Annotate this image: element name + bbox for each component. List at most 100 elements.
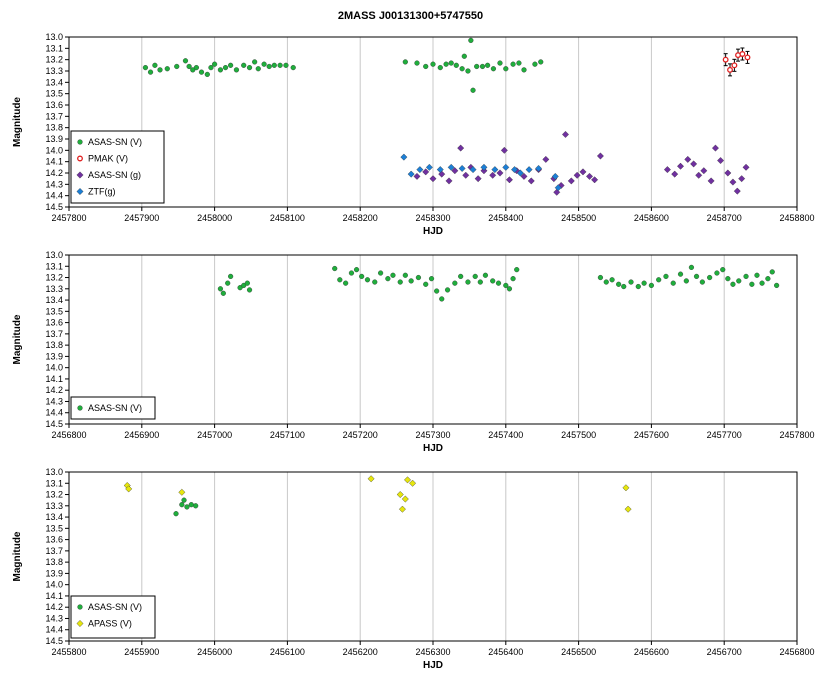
data-point (337, 277, 343, 283)
y-tick-label: 14.5 (45, 636, 63, 646)
data-point (142, 64, 149, 71)
data-point (722, 56, 729, 63)
data-point (717, 157, 725, 165)
series-asas-sn-v (142, 37, 544, 93)
data-point (731, 62, 738, 69)
x-tick-label: 2456000 (197, 647, 232, 657)
series-pmak-v (722, 47, 751, 77)
data-point (485, 62, 491, 68)
legend-marker (77, 604, 83, 610)
data-point (179, 502, 185, 508)
data-point (754, 272, 760, 278)
data-point (510, 276, 516, 282)
data-point (693, 273, 700, 280)
data-point (525, 166, 533, 174)
data-point (157, 67, 163, 73)
data-point (271, 62, 277, 68)
data-point (670, 280, 676, 286)
legend-marker (77, 139, 83, 145)
data-point (562, 130, 569, 138)
data-point (527, 177, 535, 185)
series-asas-sn-g (413, 130, 750, 196)
x-tick-label: 2457500 (561, 430, 596, 440)
y-tick-label: 14.4 (45, 191, 63, 201)
data-point (609, 277, 615, 283)
data-point (707, 177, 715, 185)
data-point (277, 62, 283, 68)
data-point (414, 60, 420, 66)
legend-label: APASS (V) (88, 619, 132, 629)
data-point (228, 273, 234, 280)
data-point (714, 270, 720, 276)
data-point (641, 280, 647, 286)
data-point (730, 281, 736, 287)
legend-label: ASAS-SN (g) (88, 170, 141, 180)
data-point (567, 177, 575, 185)
data-point (390, 272, 396, 278)
data-point (413, 172, 421, 180)
data-point (765, 276, 771, 282)
x-tick-label: 2456500 (561, 647, 596, 657)
data-point (147, 69, 154, 75)
y-tick-label: 13.1 (45, 261, 63, 271)
y-tick-label: 14.5 (45, 202, 63, 212)
data-point (343, 280, 349, 286)
data-point (769, 269, 775, 275)
y-tick-label: 14.4 (45, 408, 63, 418)
data-point (407, 170, 415, 178)
y-tick-label: 13.6 (45, 100, 63, 110)
y-axis-title: Magnitude (12, 97, 23, 147)
data-point (579, 168, 587, 176)
data-point (439, 296, 445, 302)
data-point (663, 166, 671, 174)
data-point (198, 69, 205, 75)
data-point (468, 37, 474, 44)
y-tick-label: 13.6 (45, 318, 63, 328)
data-point (503, 66, 509, 72)
data-point (573, 171, 581, 179)
x-axis-title: HJD (423, 226, 443, 237)
data-point (465, 68, 471, 74)
data-point (204, 71, 210, 78)
data-point (482, 272, 489, 278)
data-point (699, 279, 705, 285)
legend-label: ASAS-SN (V) (88, 602, 142, 612)
data-point (684, 155, 692, 163)
legend: ASAS-SN (V) PMAK (V) ASAS-SN (g) ZTF(g) (70, 130, 165, 204)
data-point (429, 175, 437, 183)
data-point (398, 505, 406, 513)
data-point (181, 497, 187, 503)
x-axis-title: HJD (423, 443, 443, 454)
legend-marker (77, 155, 83, 162)
data-point (707, 274, 713, 281)
data-point (474, 63, 480, 70)
data-point (348, 270, 355, 276)
x-tick-label: 2455900 (124, 647, 159, 657)
data-point (510, 61, 516, 67)
y-tick-label: 13.7 (45, 546, 63, 556)
y-tick-label: 13.1 (45, 43, 63, 53)
x-tick-label: 2458600 (634, 213, 669, 223)
data-point (727, 66, 733, 73)
data-point (688, 264, 695, 270)
data-point (648, 282, 655, 289)
data-point (458, 164, 466, 172)
y-tick-label: 13.4 (45, 512, 63, 522)
y-tick-label: 14.3 (45, 613, 63, 623)
y-tick-label: 13.8 (45, 123, 63, 133)
data-point (416, 166, 424, 174)
chart-panel-1: 2457800 2457900 2458000 2458100 2458200 24583… (12, 32, 815, 237)
x-tick-label: 2457700 (707, 430, 742, 440)
x-tick-label: 2458500 (561, 213, 596, 223)
data-point (597, 274, 604, 281)
data-point (377, 270, 384, 276)
y-tick-label: 14.5 (45, 419, 63, 429)
y-tick-label: 13.3 (45, 66, 63, 76)
x-tick-label: 2456400 (488, 647, 523, 657)
y-tick-label: 14.2 (45, 385, 63, 395)
data-point (404, 476, 412, 484)
legend-label: ASAS-SN (V) (88, 403, 142, 413)
data-point (252, 59, 258, 65)
data-point (402, 59, 408, 65)
legend-label: PMAK (V) (88, 154, 128, 164)
